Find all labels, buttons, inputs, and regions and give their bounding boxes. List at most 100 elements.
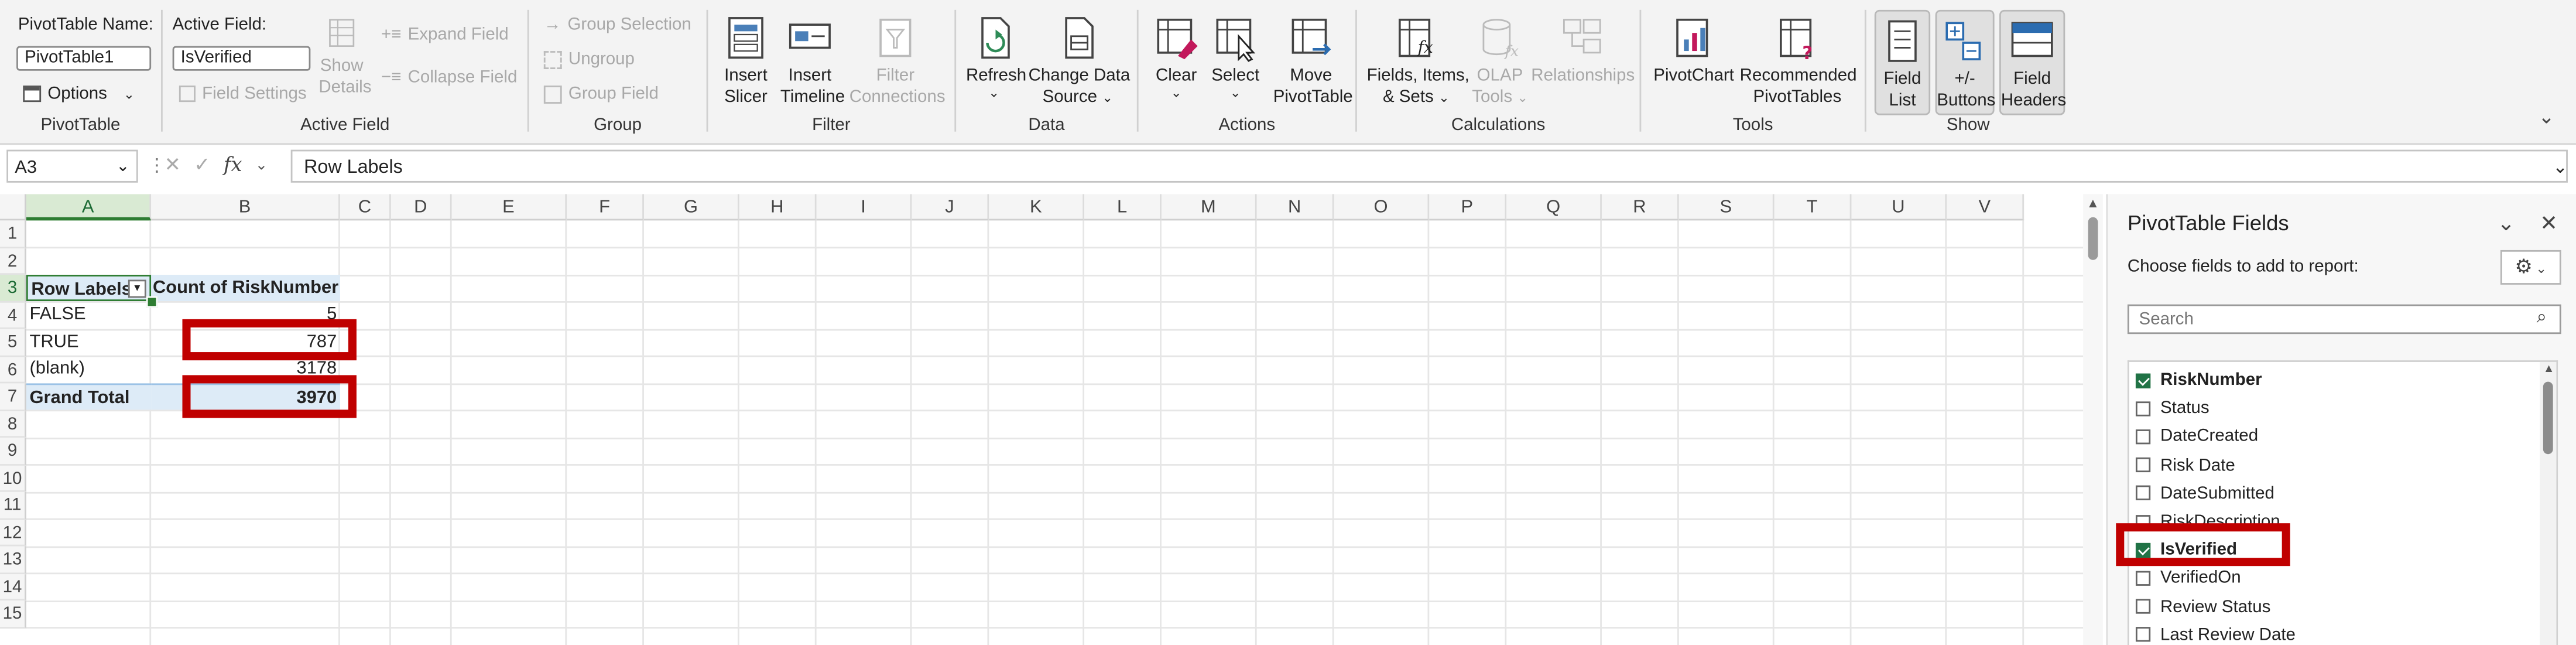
field-search-input[interactable]	[2127, 304, 2561, 335]
row-header-6[interactable]: 6	[0, 356, 26, 384]
pivot-cell-a6[interactable]: (blank)	[30, 356, 148, 382]
row-header-2[interactable]: 2	[0, 247, 26, 275]
relationships-button[interactable]: Relationships	[1531, 13, 1635, 87]
clear-button[interactable]: Clear ⌄	[1152, 13, 1201, 100]
filter-dropdown-icon[interactable]: ▾	[128, 279, 146, 298]
row-header-14[interactable]: 14	[0, 573, 26, 601]
insert-function-icon[interactable]: fx	[224, 153, 242, 176]
enter-icon[interactable]: ✓	[194, 153, 210, 176]
column-header-g[interactable]: G	[643, 194, 739, 221]
recommended-pivottables-button[interactable]: ? Recommended PivotTables	[1740, 13, 1856, 108]
row-header-1[interactable]: 1	[0, 220, 26, 248]
change-data-source-button[interactable]: Change Data Source ⌄	[1029, 13, 1130, 108]
ungroup-button[interactable]: Ungroup	[543, 49, 635, 69]
column-header-n[interactable]: N	[1256, 194, 1334, 221]
pivot-cell-a4[interactable]: FALSE	[30, 301, 148, 327]
column-header-k[interactable]: K	[989, 194, 1085, 221]
field-item[interactable]: DateSubmitted	[2135, 480, 2274, 507]
field-item[interactable]: Risk Date	[2135, 452, 2235, 478]
checkbox-icon[interactable]	[2135, 571, 2151, 586]
cancel-icon[interactable]: ✕	[165, 153, 181, 176]
checkbox-icon[interactable]	[2135, 599, 2151, 614]
column-header-s[interactable]: S	[1678, 194, 1775, 221]
group-selection-button[interactable]: → Group Selection	[544, 15, 691, 35]
column-header-v[interactable]: V	[1947, 194, 2025, 221]
refresh-button[interactable]: Refresh ⌄	[966, 13, 1026, 100]
row-header-11[interactable]: 11	[0, 492, 26, 520]
column-header-r[interactable]: R	[1601, 194, 1679, 221]
select-all-corner[interactable]	[0, 194, 26, 221]
checked-checkbox-icon[interactable]	[2135, 373, 2151, 388]
options-button[interactable]: Options ⌄	[23, 84, 135, 104]
plus-minus-buttons-button[interactable]: +/- Buttons	[1935, 9, 1995, 115]
column-header-o[interactable]: O	[1334, 194, 1430, 221]
row-header-15[interactable]: 15	[0, 600, 26, 628]
pivot-header-row-labels[interactable]: Row Labels ▾	[26, 275, 152, 301]
checkbox-icon[interactable]	[2135, 627, 2151, 643]
grid-vertical-scrollbar[interactable]: ▲	[2083, 194, 2103, 645]
insert-timeline-button[interactable]: Insert Timeline	[780, 13, 845, 108]
row-header-13[interactable]: 13	[0, 546, 26, 574]
scroll-thumb[interactable]	[2543, 381, 2553, 455]
row-header-4[interactable]: 4	[0, 302, 26, 329]
column-header-p[interactable]: P	[1429, 194, 1507, 221]
column-header-f[interactable]: F	[567, 194, 644, 221]
row-header-7[interactable]: 7	[0, 383, 26, 411]
column-header-l[interactable]: L	[1084, 194, 1162, 221]
name-box[interactable]: A3 ⌄	[6, 149, 138, 183]
filter-connections-button[interactable]: Filter Connections	[849, 13, 946, 108]
pivot-header-count[interactable]: Count of RiskNumber	[151, 275, 340, 301]
column-header-j[interactable]: J	[912, 194, 989, 221]
more-options-icon[interactable]: ⋮	[148, 155, 166, 176]
pane-settings-button[interactable]: ⚙ ⌄	[2500, 250, 2561, 285]
active-cell-fill-handle[interactable]	[146, 296, 158, 308]
select-button[interactable]: Select ⌄	[1211, 13, 1260, 100]
olap-tools-button[interactable]: fx OLAP Tools ⌄	[1472, 13, 1528, 108]
checkbox-icon[interactable]	[2135, 429, 2151, 445]
column-header-h[interactable]: H	[739, 194, 817, 221]
field-item[interactable]: Last Review Date	[2135, 622, 2296, 645]
field-settings-button[interactable]: Field Settings	[179, 84, 307, 104]
checkbox-icon[interactable]	[2135, 401, 2151, 416]
chevron-down-icon[interactable]: ⌄	[2497, 211, 2515, 237]
row-header-9[interactable]: 9	[0, 438, 26, 465]
checkbox-icon[interactable]	[2135, 486, 2151, 501]
row-header-12[interactable]: 12	[0, 519, 26, 547]
fields-items-sets-button[interactable]: fx Fields, Items, & Sets ⌄	[1367, 13, 1469, 108]
column-header-i[interactable]: I	[816, 194, 912, 221]
field-list-scrollbar[interactable]: ▲	[2540, 361, 2557, 645]
collapse-field-button[interactable]: −≡ Collapse Field	[381, 67, 517, 87]
row-header-10[interactable]: 10	[0, 465, 26, 492]
field-item[interactable]: Status	[2135, 395, 2210, 422]
column-header-a[interactable]: A	[26, 194, 152, 221]
worksheet-grid[interactable]: A B C D E F G H I J K L M N O P Q R S T U V 1 2 3 4 5 6 7 8 9 10 11 12 13 1…	[0, 194, 2084, 645]
pivot-cell-a7[interactable]: Grand Total	[26, 383, 152, 410]
collapse-ribbon-icon[interactable]: ⌄	[2538, 105, 2554, 128]
expand-field-button[interactable]: +≡ Expand Field	[381, 25, 509, 45]
column-header-t[interactable]: T	[1774, 194, 1852, 221]
pivottable-name-input[interactable]	[16, 46, 152, 71]
close-icon[interactable]: ✕	[2540, 211, 2558, 237]
group-field-button[interactable]: Group Field	[543, 84, 659, 104]
scroll-up-icon[interactable]: ▲	[2087, 196, 2099, 210]
pivotchart-button[interactable]: PivotChart	[1651, 13, 1736, 87]
column-header-q[interactable]: Q	[1506, 194, 1602, 221]
column-header-m[interactable]: M	[1161, 194, 1257, 221]
column-header-d[interactable]: D	[390, 194, 452, 221]
row-header-8[interactable]: 8	[0, 410, 26, 438]
scroll-thumb[interactable]	[2088, 217, 2098, 260]
row-header-5[interactable]: 5	[0, 329, 26, 357]
field-item[interactable]: DateCreated	[2135, 424, 2258, 450]
field-headers-button[interactable]: Field Headers	[1999, 9, 2066, 115]
insert-slicer-button[interactable]: Insert Slicer	[721, 13, 770, 108]
formula-input[interactable]: Row Labels ⌄	[290, 149, 2568, 184]
checkbox-icon[interactable]	[2135, 458, 2151, 473]
expand-formula-icon[interactable]: ⌄	[2553, 151, 2568, 184]
row-header-3[interactable]: 3	[0, 275, 26, 302]
column-header-e[interactable]: E	[451, 194, 567, 221]
pivot-cell-a5[interactable]: TRUE	[30, 329, 148, 356]
column-header-c[interactable]: C	[340, 194, 391, 221]
column-header-b[interactable]: B	[151, 194, 340, 221]
column-header-u[interactable]: U	[1851, 194, 1947, 221]
field-list-button[interactable]: Field List	[1874, 9, 1931, 115]
